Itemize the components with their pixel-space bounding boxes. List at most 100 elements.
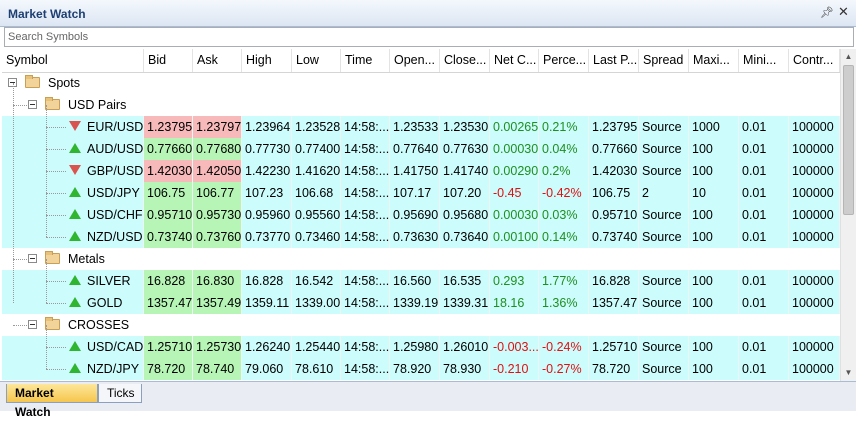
tree-line xyxy=(46,325,47,369)
column-header-time[interactable]: Time xyxy=(341,49,390,72)
symbol-row[interactable]: EUR/USD 1.23795 1.23797 1.23964 1.23528 14:58… xyxy=(2,116,840,138)
cell-close: 1.23530 xyxy=(440,116,490,138)
cell-max: 100 xyxy=(689,160,739,182)
symbol-row[interactable]: SILVER 16.828 16.830 16.828 16.542 14:58:... 1… xyxy=(2,270,840,292)
symbol-row[interactable]: USD/CAD 1.25710 1.25730 1.26240 1.25440 14:58… xyxy=(2,336,840,358)
arrow-up-icon xyxy=(69,209,81,219)
tree-group-row[interactable]: Spots xyxy=(2,72,840,94)
tree-line xyxy=(46,347,66,348)
column-header-open[interactable]: Open... xyxy=(390,49,440,72)
cell-low: 1339.00 xyxy=(292,292,341,314)
cell-bid: 78.720 xyxy=(144,358,193,380)
column-header-spread[interactable]: Spread xyxy=(639,49,689,72)
cell-perc: 0.03% xyxy=(539,204,589,226)
symbol-row[interactable]: NZD/JPY 78.720 78.740 79.060 78.610 14:58:...… xyxy=(2,358,840,380)
column-header-bid[interactable]: Bid xyxy=(144,49,193,72)
column-header-last[interactable]: Last P... xyxy=(589,49,639,72)
cell-max: 100 xyxy=(689,226,739,248)
tree-group-row[interactable]: CROSSES xyxy=(2,314,840,336)
scroll-up-icon[interactable]: ▲ xyxy=(841,49,856,65)
column-header-symbol[interactable]: Symbol xyxy=(2,49,144,72)
cell-close: 107.20 xyxy=(440,182,490,204)
cell-min: 0.01 xyxy=(739,204,789,226)
cell-open: 107.17 xyxy=(390,182,440,204)
cell-spread: Source xyxy=(639,292,689,314)
cell-high: 0.95960 xyxy=(242,204,292,226)
symbol-row[interactable]: GOLD 1357.47 1357.49 1359.11 1339.00 14:58:..… xyxy=(2,292,840,314)
column-header-contract[interactable]: Contr... xyxy=(789,49,840,72)
cell-symbol: NZD/JPY xyxy=(84,358,144,380)
symbol-row[interactable]: GBP/USD 1.42030 1.42050 1.42230 1.41620 14:58… xyxy=(2,160,840,182)
cell-last: 1357.47 xyxy=(589,292,639,314)
cell-last: 0.95710 xyxy=(589,204,639,226)
cell-symbol: AUD/USD xyxy=(84,138,144,160)
cell-high: 1.23964 xyxy=(242,116,292,138)
collapse-icon[interactable] xyxy=(28,254,37,263)
scroll-down-icon[interactable]: ▼ xyxy=(841,365,856,381)
cell-min: 0.01 xyxy=(739,160,789,182)
collapse-icon[interactable] xyxy=(28,320,37,329)
pin-icon[interactable]: 📌︎ xyxy=(820,6,834,19)
column-header-high[interactable]: High xyxy=(242,49,292,72)
cell-max: 100 xyxy=(689,336,739,358)
close-icon[interactable]: ✕ xyxy=(838,4,849,20)
cell-bid: 1357.47 xyxy=(144,292,193,314)
cell-time: 14:58:... xyxy=(341,270,390,292)
tree-line xyxy=(13,259,27,260)
arrow-up-icon xyxy=(69,275,81,285)
cell-last: 1.42030 xyxy=(589,160,639,182)
column-header-ask[interactable]: Ask xyxy=(193,49,242,72)
cell-perc: 0.21% xyxy=(539,116,589,138)
column-header-perc[interactable]: Perce... xyxy=(539,49,589,72)
group-label: Spots xyxy=(48,76,80,90)
symbol-row[interactable]: AUD/USD 0.77660 0.77680 0.77730 0.77400 14:58… xyxy=(2,138,840,160)
symbol-row[interactable]: NZD/USD 0.73740 0.73760 0.73770 0.73460 14:58… xyxy=(2,226,840,248)
cell-low: 1.25440 xyxy=(292,336,341,358)
symbol-row[interactable]: USD/JPY 106.75 106.77 107.23 106.68 14:58:...… xyxy=(2,182,840,204)
cell-net: 0.00265 xyxy=(490,116,539,138)
search-input[interactable] xyxy=(5,28,853,46)
cell-contract: 100000 xyxy=(789,358,840,380)
cell-max: 100 xyxy=(689,204,739,226)
group-label: Metals xyxy=(68,252,105,266)
tree-line xyxy=(46,149,66,150)
column-header-net[interactable]: Net C... xyxy=(490,49,539,72)
tab-ticks[interactable]: Ticks xyxy=(98,384,142,403)
cell-open: 1339.19 xyxy=(390,292,440,314)
cell-bid: 106.75 xyxy=(144,182,193,204)
column-header-low[interactable]: Low xyxy=(292,49,341,72)
cell-max: 100 xyxy=(689,358,739,380)
cell-symbol: NZD/USD xyxy=(84,226,144,248)
cell-symbol: USD/JPY xyxy=(84,182,144,204)
cell-high: 79.060 xyxy=(242,358,292,380)
cell-spread: 2 xyxy=(639,182,689,204)
cell-spread: Source xyxy=(639,160,689,182)
cell-perc: -0.27% xyxy=(539,358,589,380)
cell-perc: 0.14% xyxy=(539,226,589,248)
vertical-scrollbar[interactable]: ▲ ▼ xyxy=(840,49,856,381)
cell-spread: Source xyxy=(639,226,689,248)
folder-icon xyxy=(45,97,60,110)
market-watch-grid: Symbol Bid Ask High Low Time Open... Close... Ne… xyxy=(2,49,840,381)
tree-group-row[interactable]: Metals xyxy=(2,248,840,270)
column-header-max[interactable]: Maxi... xyxy=(689,49,739,72)
collapse-icon[interactable] xyxy=(28,100,37,109)
cell-low: 1.41620 xyxy=(292,160,341,182)
cell-ask: 78.740 xyxy=(193,358,242,380)
cell-open: 0.73630 xyxy=(390,226,440,248)
cell-perc: 0.2% xyxy=(539,160,589,182)
tree-group-row[interactable]: USD Pairs xyxy=(2,94,840,116)
scroll-thumb[interactable] xyxy=(843,65,854,215)
symbol-row[interactable]: USD/CHF 0.95710 0.95730 0.95960 0.95560 14:58… xyxy=(2,204,840,226)
cell-max: 100 xyxy=(689,270,739,292)
column-header-close[interactable]: Close... xyxy=(440,49,490,72)
cell-bid: 1.23795 xyxy=(144,116,193,138)
column-header-min[interactable]: Mini... xyxy=(739,49,789,72)
cell-bid: 0.95710 xyxy=(144,204,193,226)
tab-market-watch[interactable]: Market Watch xyxy=(6,384,98,419)
cell-net: 0.00100 xyxy=(490,226,539,248)
tree-line xyxy=(13,325,27,326)
cell-ask: 1.23797 xyxy=(193,116,242,138)
grid-header: Symbol Bid Ask High Low Time Open... Close... Ne… xyxy=(2,49,840,73)
cell-high: 16.828 xyxy=(242,270,292,292)
